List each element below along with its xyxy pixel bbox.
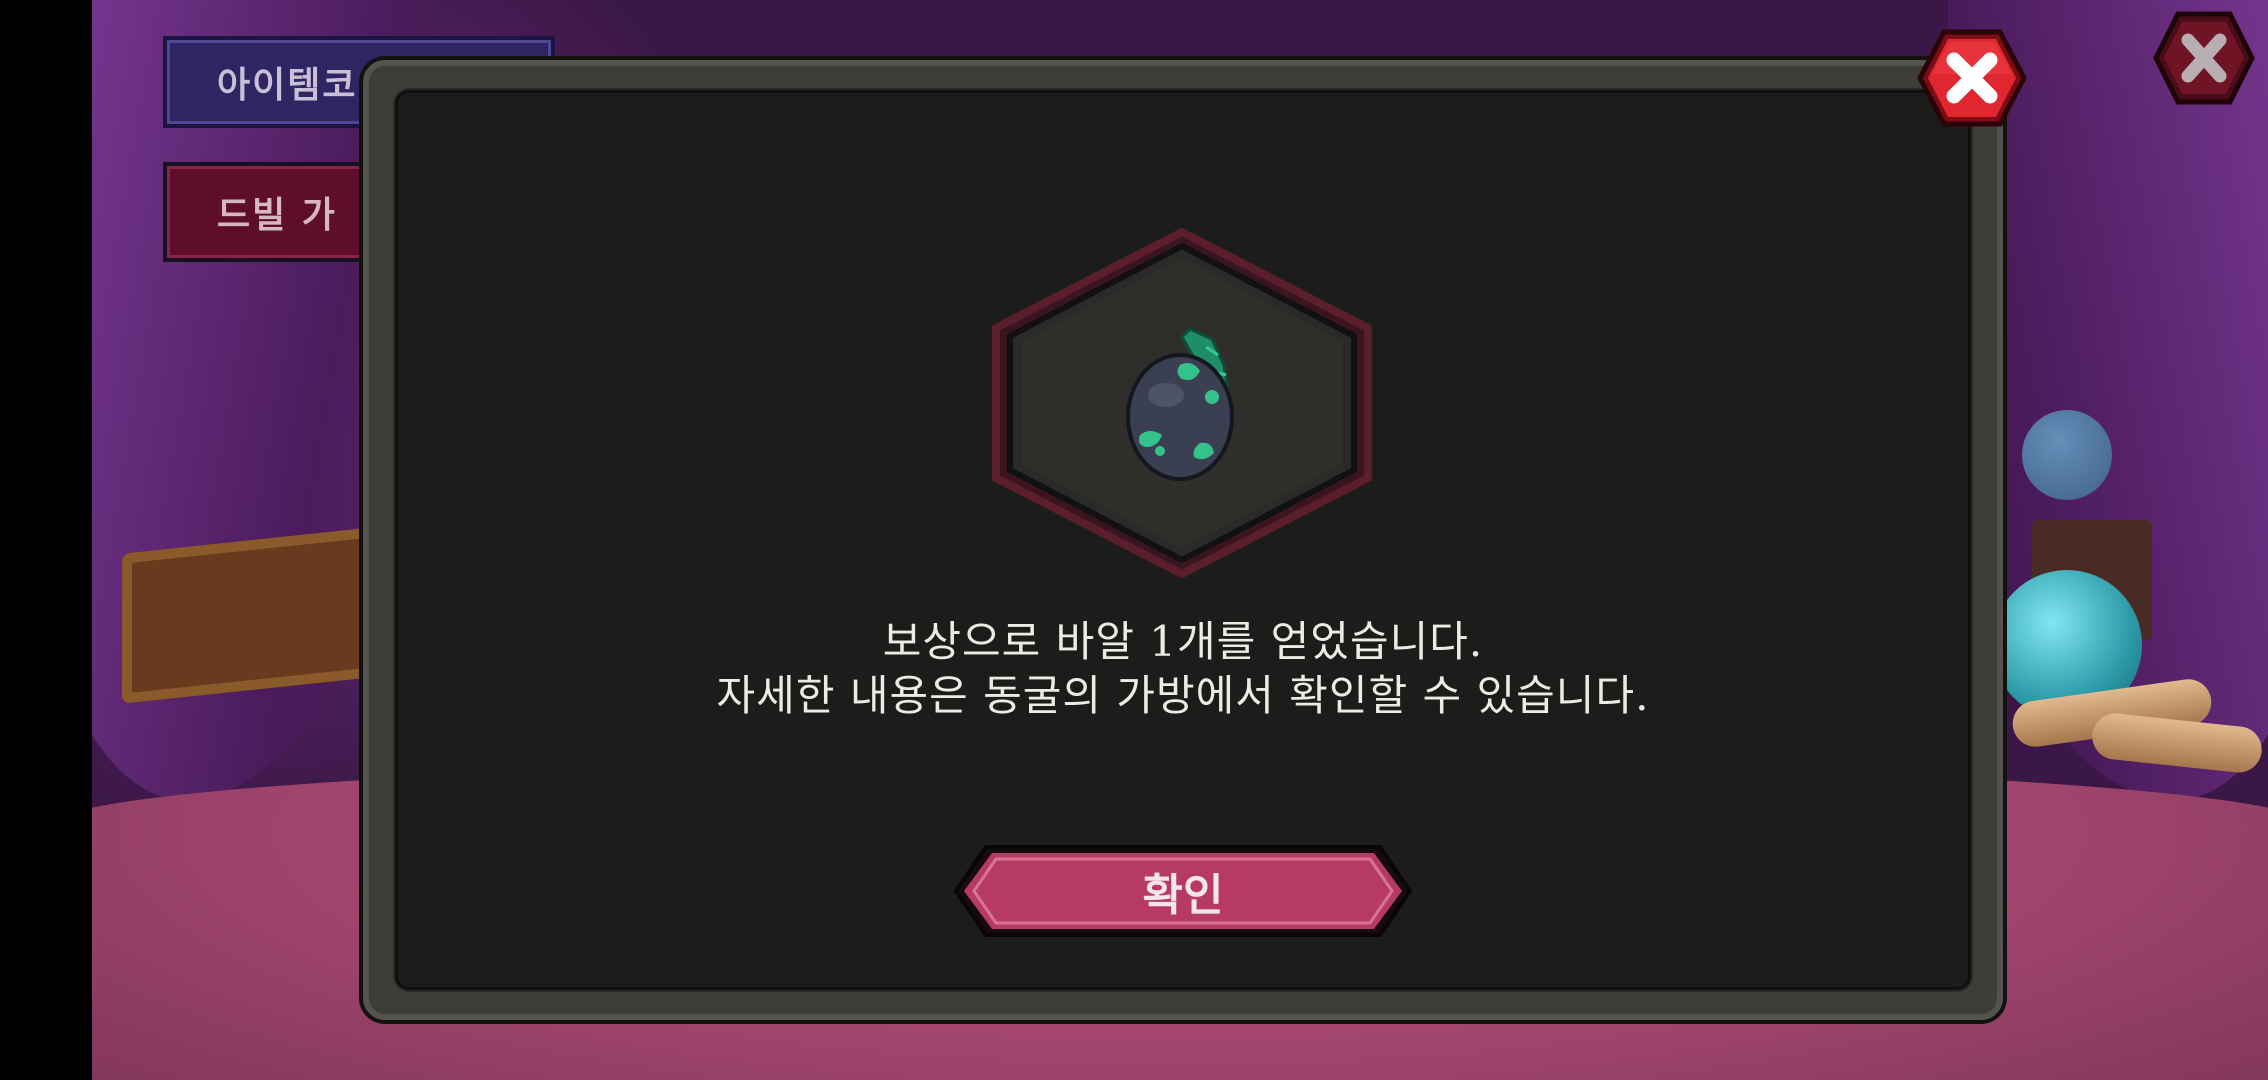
blue-dragon-egg-icon: [1126, 327, 1234, 481]
book-prop: [122, 526, 382, 704]
device-left-bar: [0, 0, 92, 1080]
close-icon[interactable]: [1916, 28, 2028, 128]
reward-message-line-1: 보상으로 바알 1개를 얻었습니다.: [882, 617, 1484, 666]
background-close-icon[interactable]: [2152, 10, 2256, 106]
item-code-label: 아이템코: [217, 65, 358, 106]
confirm-button[interactable]: [952, 843, 1414, 939]
devil-menu-label: 드빌 가: [217, 195, 337, 236]
vase-prop: [2022, 410, 2112, 500]
reward-message-line-2: 자세한 내용은 동굴의 가방에서 확인할 수 있습니다.: [716, 671, 1650, 720]
